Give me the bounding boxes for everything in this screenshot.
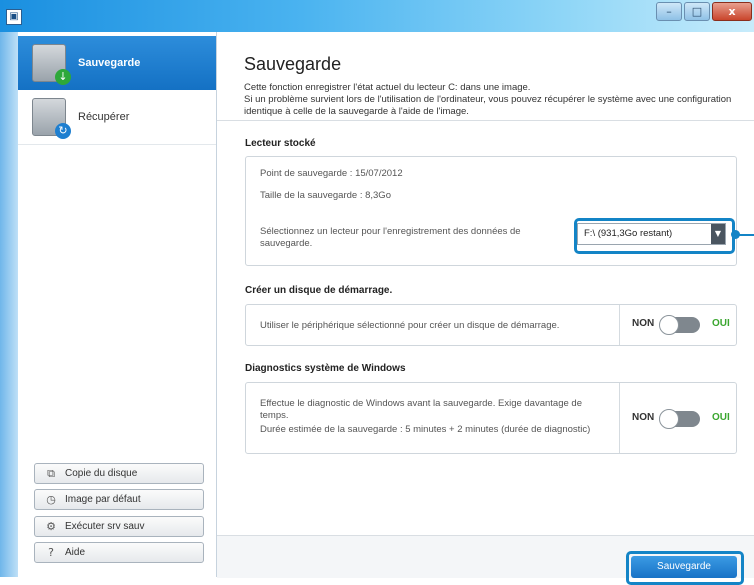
drive-select-prompt: Sélectionnez un lecteur pour l'enregistr…	[260, 226, 521, 249]
window-controls: – □ x	[656, 2, 752, 21]
footer-bar: Sauvegarde	[217, 535, 754, 585]
close-button[interactable]: x	[712, 2, 752, 21]
drive-select-value: F:\ (931,3Go restant)	[584, 228, 673, 239]
save-button[interactable]: Sauvegarde	[631, 556, 737, 578]
restore-drive-icon: ↻	[32, 98, 71, 139]
run-service-button[interactable]: ⚙ Exécuter srv sauv	[34, 516, 204, 537]
backup-drive-icon: ↓	[32, 44, 71, 85]
help-icon: ?	[48, 546, 54, 559]
backup-size: Taille de la sauvegarde : 8,3Go	[260, 190, 391, 201]
sidebar-item-label: Sauvegarde	[78, 57, 141, 69]
run-service-icon: ⚙	[46, 520, 56, 533]
window-frame	[0, 32, 18, 577]
switch-knob	[659, 315, 679, 335]
toggle-on-label: OUI	[712, 412, 730, 423]
boot-disk-section-title: Créer un disque de démarrage.	[245, 285, 393, 296]
disk-copy-button[interactable]: ⧉ Copie du disque	[34, 463, 204, 484]
backup-point: Point de sauvegarde : 15/07/2012	[260, 168, 403, 179]
boot-disk-text: Utiliser le périphérique sélectionné pou…	[260, 320, 560, 331]
minimize-button[interactable]: –	[656, 2, 682, 21]
toggle-off-label: NON	[632, 412, 655, 423]
button-label: Exécuter srv sauv	[65, 521, 145, 532]
button-label: Aide	[65, 547, 86, 558]
diagnostics-toggle: NON OUI	[619, 383, 736, 453]
restore-arrow-icon: ↻	[55, 123, 71, 139]
drive-select[interactable]: F:\ (931,3Go restant) ▼	[577, 223, 726, 245]
title-bar: ▣ – □ x	[0, 0, 754, 32]
toggle-off-label: NON	[632, 318, 655, 329]
chevron-down-icon: ▼	[711, 224, 725, 244]
diagnostics-section-title: Diagnostics système de Windows	[245, 363, 406, 374]
storage-section-title: Lecteur stocké	[245, 138, 316, 149]
default-image-icon: ◷	[46, 493, 56, 506]
maximize-button[interactable]: □	[684, 2, 710, 21]
default-image-button[interactable]: ◷ Image par défaut	[34, 489, 204, 510]
switch-knob	[659, 409, 679, 429]
app-icon: ▣	[6, 9, 22, 25]
button-label: Image par défaut	[65, 494, 141, 505]
sidebar-item-sauvegarde[interactable]: ↓ Sauvegarde	[18, 36, 216, 90]
boot-disk-card: Utiliser le périphérique sélectionné pou…	[245, 304, 737, 346]
boot-disk-toggle: NON OUI	[619, 305, 736, 345]
description-line: Si un problème survient lors de l'utilis…	[244, 94, 732, 117]
sidebar-item-recuperer[interactable]: ↻ Récupérer	[18, 90, 216, 145]
download-arrow-icon: ↓	[55, 69, 71, 85]
diagnostics-card: Effectue le diagnostic de Windows avant …	[245, 382, 737, 454]
page-description: Cette fonction enregistrer l'état actuel…	[244, 82, 749, 118]
description-line: Cette fonction enregistrer l'état actuel…	[244, 82, 531, 93]
boot-disk-switch[interactable]	[659, 315, 700, 335]
button-label: Copie du disque	[65, 468, 138, 479]
sidebar: ↓ Sauvegarde ↻ Récupérer ⧉ Copie du disq…	[18, 32, 217, 577]
sidebar-item-label: Récupérer	[78, 111, 130, 123]
toggle-on-label: OUI	[712, 318, 730, 329]
copy-icon: ⧉	[47, 466, 55, 480]
diagnostics-switch[interactable]	[659, 409, 700, 429]
diagnostics-text: Effectue le diagnostic de Windows avant …	[260, 398, 582, 421]
callout-dot	[731, 230, 740, 239]
page-title: Sauvegarde	[244, 54, 342, 74]
page-header: Sauvegarde Cette fonction enregistrer l'…	[217, 32, 754, 121]
main-panel: Sauvegarde Cette fonction enregistrer l'…	[217, 32, 754, 585]
diagnostics-duration: Durée estimée de la sauvegarde : 5 minut…	[260, 424, 591, 435]
help-button[interactable]: ? Aide	[34, 542, 204, 563]
